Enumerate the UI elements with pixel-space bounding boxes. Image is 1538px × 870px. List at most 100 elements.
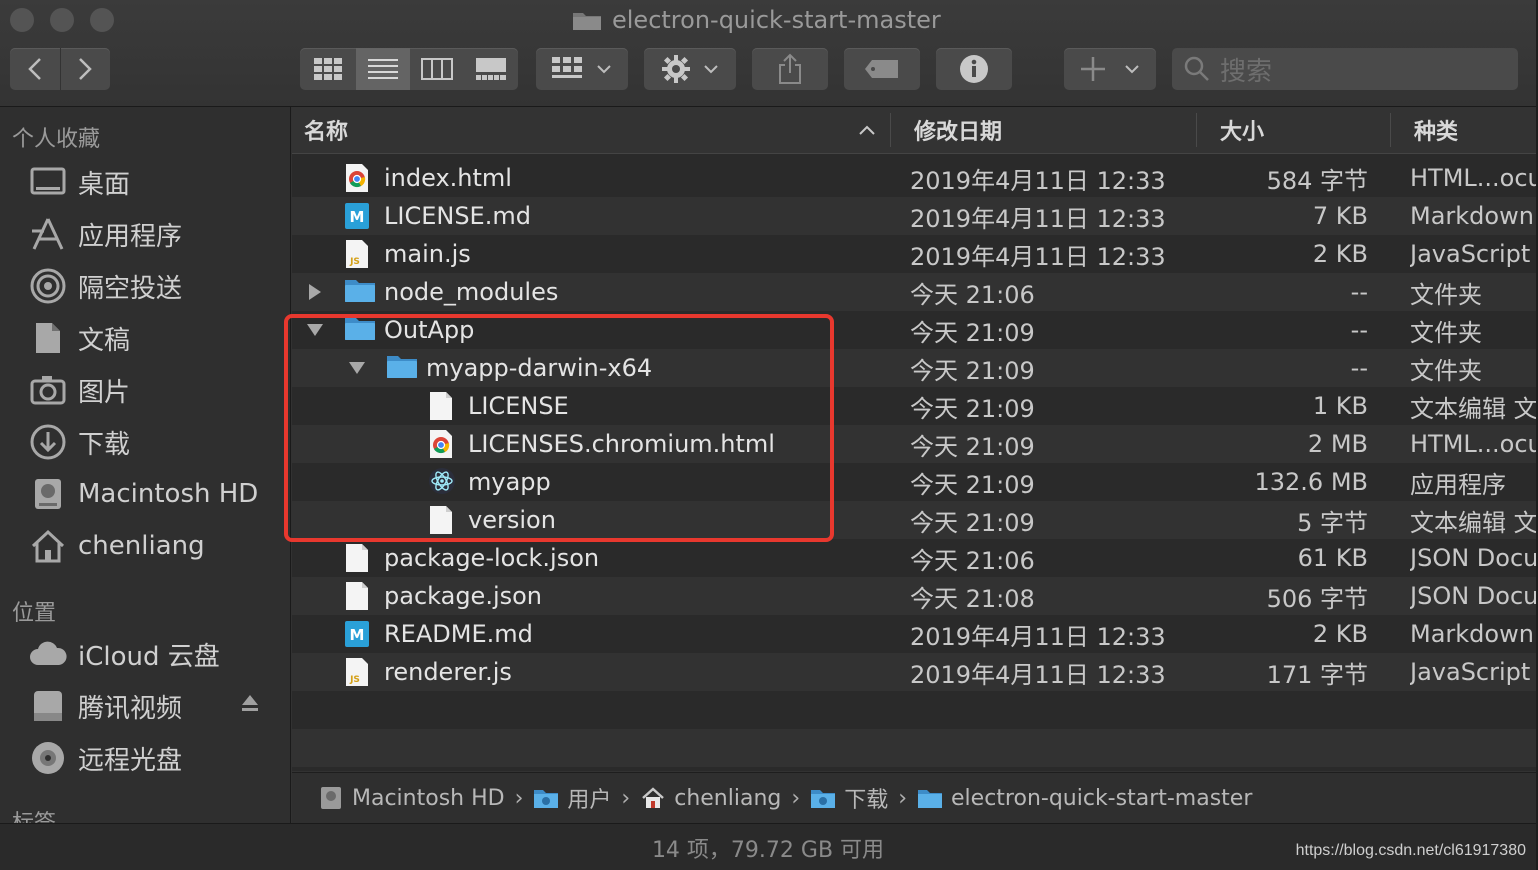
breadcrumb-item[interactable]: chenliang [640,786,781,811]
gear-icon [662,55,690,83]
file-name: renderer.js [384,658,512,686]
zoom-button[interactable] [90,8,114,32]
airdrop-icon [28,266,68,306]
column-header-name[interactable]: 名称 [304,107,348,153]
sidebar-item-macintosh-hd[interactable]: Macintosh HD [28,471,278,517]
action-button[interactable] [644,48,736,90]
column-header-date[interactable]: 修改日期 [914,107,1002,153]
file-name: myapp [468,468,551,496]
file-kind: 文件夹 [1410,356,1482,385]
file-kind: 应用程序 [1410,470,1506,499]
svg-text:M: M [350,626,365,644]
file-row[interactable]: M LICENSE.md 2019年4月11日 12:33 7 KB Markdown [292,197,1536,235]
sidebar-item-pictures[interactable]: 图片 [28,367,278,413]
sidebar-item-documents[interactable]: 文稿 [28,315,278,361]
sidebar-item-tencent-video[interactable]: 腾讯视频 [28,683,268,729]
file-row[interactable]: package-lock.json 今天 21:06 61 KB JSON Docu [292,539,1536,577]
home-icon [640,786,666,810]
status-bar: 14 项，79.72 GB 可用 https://blog.csdn.net/c… [0,823,1536,870]
file-size: 2 KB [1312,240,1368,268]
list-view-button[interactable] [356,48,410,90]
file-kind: JSON Docu [1410,544,1536,572]
column-view-button[interactable] [410,48,464,90]
svg-text:JS: JS [349,675,360,685]
tag-button[interactable] [844,48,920,90]
minimize-button[interactable] [50,8,74,32]
breadcrumb-label: 用户 [567,788,612,813]
column-header-size[interactable]: 大小 [1220,107,1264,153]
file-date: 今天 21:09 [910,470,1035,499]
forward-button[interactable] [61,48,111,90]
disk-icon [28,686,68,726]
file-row[interactable]: OutApp 今天 21:09 -- 文件夹 [292,311,1536,349]
sidebar-item-applications[interactable]: 应用程序 [28,211,278,257]
breadcrumb-item[interactable]: electron-quick-start-master [917,786,1252,811]
file-date: 今天 21:09 [910,356,1035,385]
breadcrumb-item[interactable]: 下载 [810,782,888,814]
file-row[interactable]: M README.md 2019年4月11日 12:33 2 KB Markdown [292,615,1536,653]
home-icon [28,526,68,566]
toolbar: electron-quick-start-master 搜索 [0,0,1536,107]
columns-icon [421,58,453,80]
file-kind: 文本编辑 文 [1410,394,1536,423]
tag-icon [865,60,898,78]
file-row[interactable]: myapp 今天 21:09 132.6 MB 应用程序 [292,463,1536,501]
add-button[interactable] [1064,48,1156,90]
info-button[interactable] [936,48,1012,90]
file-row[interactable]: version 今天 21:09 5 字节 文本编辑 文 [292,501,1536,539]
users-folder-icon [533,786,559,810]
file-size: 506 字节 [1266,584,1368,613]
chrome-html-icon [428,429,458,459]
close-button[interactable] [10,8,34,32]
breadcrumb-label: electron-quick-start-master [951,785,1253,811]
icloud-icon [28,634,68,674]
file-row[interactable]: LICENSES.chromium.html 今天 21:09 2 MB HTML..… [292,425,1536,463]
downloads-folder-icon [810,786,836,810]
gallery-view-button[interactable] [464,48,518,90]
file-row[interactable]: JS renderer.js 2019年4月11日 12:33 171 字节 JavaS… [292,653,1536,691]
icon-view-button[interactable] [300,48,356,90]
disclosure-triangle-expanded-icon[interactable] [348,358,366,378]
chevron-down-icon [704,65,718,74]
file-row[interactable]: JS main.js 2019年4月11日 12:33 2 KB JavaScript [292,235,1536,273]
search-placeholder: 搜索 [1220,56,1273,87]
file-size: 2 MB [1307,430,1368,458]
sort-ascending-icon [858,121,876,140]
svg-text:JS: JS [349,257,360,267]
hard-drive-icon [28,474,68,514]
file-row[interactable]: LICENSE 今天 21:09 1 KB 文本编辑 文 [292,387,1536,425]
file-row[interactable]: package.json 今天 21:08 506 字节 JSON Docu [292,577,1536,615]
column-header-kind[interactable]: 种类 [1414,107,1458,153]
sidebar-item-icloud[interactable]: iCloud 云盘 [28,631,278,677]
disclosure-triangle-collapsed-icon[interactable] [306,282,324,302]
eject-icon[interactable] [240,693,260,717]
file-name: node_modules [384,278,559,306]
document-icon [428,505,458,535]
share-button[interactable] [752,48,828,90]
breadcrumb-item[interactable]: Macintosh HD [318,786,505,811]
file-kind: JavaScript [1410,240,1531,268]
file-date: 2019年4月11日 12:33 [910,166,1166,195]
back-button[interactable] [10,48,61,90]
breadcrumb-item[interactable]: 用户 [533,782,611,814]
file-size: 5 字节 [1297,508,1368,537]
group-button[interactable] [536,48,628,90]
search-field[interactable]: 搜索 [1172,48,1518,90]
file-row[interactable]: myapp-darwin-x64 今天 21:09 -- 文件夹 [292,349,1536,387]
file-kind: JSON Docu [1410,582,1536,610]
electron-app-icon [428,467,458,497]
sidebar-item-home[interactable]: chenliang [28,523,278,569]
disclosure-triangle-expanded-icon[interactable] [306,320,324,340]
file-kind: 文件夹 [1410,280,1482,309]
sidebar-item-airdrop[interactable]: 隔空投送 [28,263,278,309]
file-size: 7 KB [1312,202,1368,230]
sidebar-item-desktop[interactable]: 桌面 [28,159,278,205]
file-row[interactable]: index.html 2019年4月11日 12:33 584 字节 HTML...o… [292,159,1536,197]
sidebar-item-downloads[interactable]: 下载 [28,419,278,465]
folder-icon [386,353,417,383]
sidebar-item-remote-disc[interactable]: 远程光盘 [28,735,278,781]
file-row[interactable]: node_modules 今天 21:06 -- 文件夹 [292,273,1536,311]
file-date: 2019年4月11日 12:33 [910,622,1166,651]
sidebar: 个人收藏 桌面 应用程序 隔空投送 文稿 图片 下载 Macintosh HD [0,107,291,823]
breadcrumb-label: chenliang [674,785,782,811]
